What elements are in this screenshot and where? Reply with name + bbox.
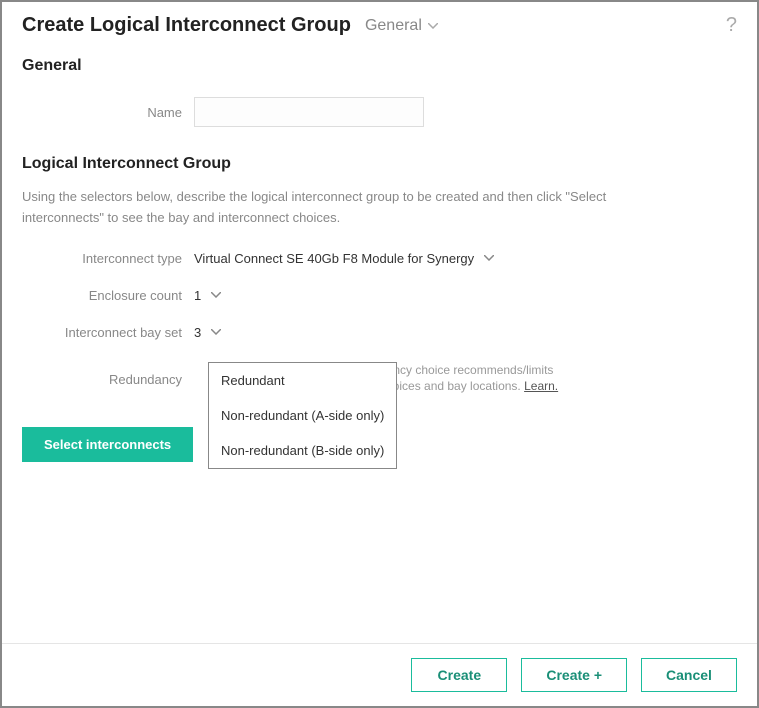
redundancy-hint: dancy choice recommends/limits choices a… [380,362,558,396]
dialog-header: Create Logical Interconnect Group Genera… [2,2,757,45]
redundancy-option[interactable]: Non-redundant (B-side only) [209,433,396,468]
hint-line1: dancy choice recommends/limits [380,363,553,377]
enclosure-count-value: 1 [194,288,201,303]
label-enclosure-count: Enclosure count [22,288,194,303]
chevron-down-icon [428,23,438,29]
select-interconnects-button[interactable]: Select interconnects [22,427,193,462]
label-name: Name [22,105,194,120]
create-plus-button[interactable]: Create + [521,658,627,692]
section-selector[interactable]: General [365,17,438,35]
redundancy-option[interactable]: Redundant [209,363,396,398]
section-heading-general: General [22,57,737,75]
row-bay-set: Interconnect bay set 3 [22,325,737,340]
label-redundancy: Redundancy [22,362,194,387]
row-enclosure-count: Enclosure count 1 [22,288,737,303]
row-redundancy: Redundancy dancy choice recommends/limit… [22,362,737,396]
row-interconnect-type: Interconnect type Virtual Connect SE 40G… [22,251,737,266]
learn-link[interactable]: Learn. [524,379,558,393]
dialog-footer: Create Create + Cancel [2,643,757,706]
select-enclosure-count[interactable]: 1 [194,288,221,303]
chevron-down-icon [484,255,494,261]
select-interconnect-type[interactable]: Virtual Connect SE 40Gb F8 Module for Sy… [194,251,494,266]
dialog-content: General Name Logical Interconnect Group … [2,45,757,643]
select-bay-set[interactable]: 3 [194,325,221,340]
chevron-down-icon [211,292,221,298]
section-selector-label: General [365,17,422,35]
dialog-create-lig: Create Logical Interconnect Group Genera… [0,0,759,708]
redundancy-option[interactable]: Non-redundant (A-side only) [209,398,396,433]
row-name: Name [22,97,737,127]
lig-description: Using the selectors below, describe the … [22,187,642,229]
redundancy-dropdown: Redundant Non-redundant (A-side only) No… [208,362,397,469]
interconnect-type-value: Virtual Connect SE 40Gb F8 Module for Sy… [194,251,474,266]
chevron-down-icon [211,329,221,335]
dialog-title: Create Logical Interconnect Group [22,14,351,37]
section-heading-lig: Logical Interconnect Group [22,155,737,173]
help-icon[interactable]: ? [726,14,737,37]
name-input[interactable] [194,97,424,127]
label-bay-set: Interconnect bay set [22,325,194,340]
create-button[interactable]: Create [411,658,507,692]
bay-set-value: 3 [194,325,201,340]
cancel-button[interactable]: Cancel [641,658,737,692]
hint-line2: choices and bay locations. [380,379,524,393]
label-interconnect-type: Interconnect type [22,251,194,266]
